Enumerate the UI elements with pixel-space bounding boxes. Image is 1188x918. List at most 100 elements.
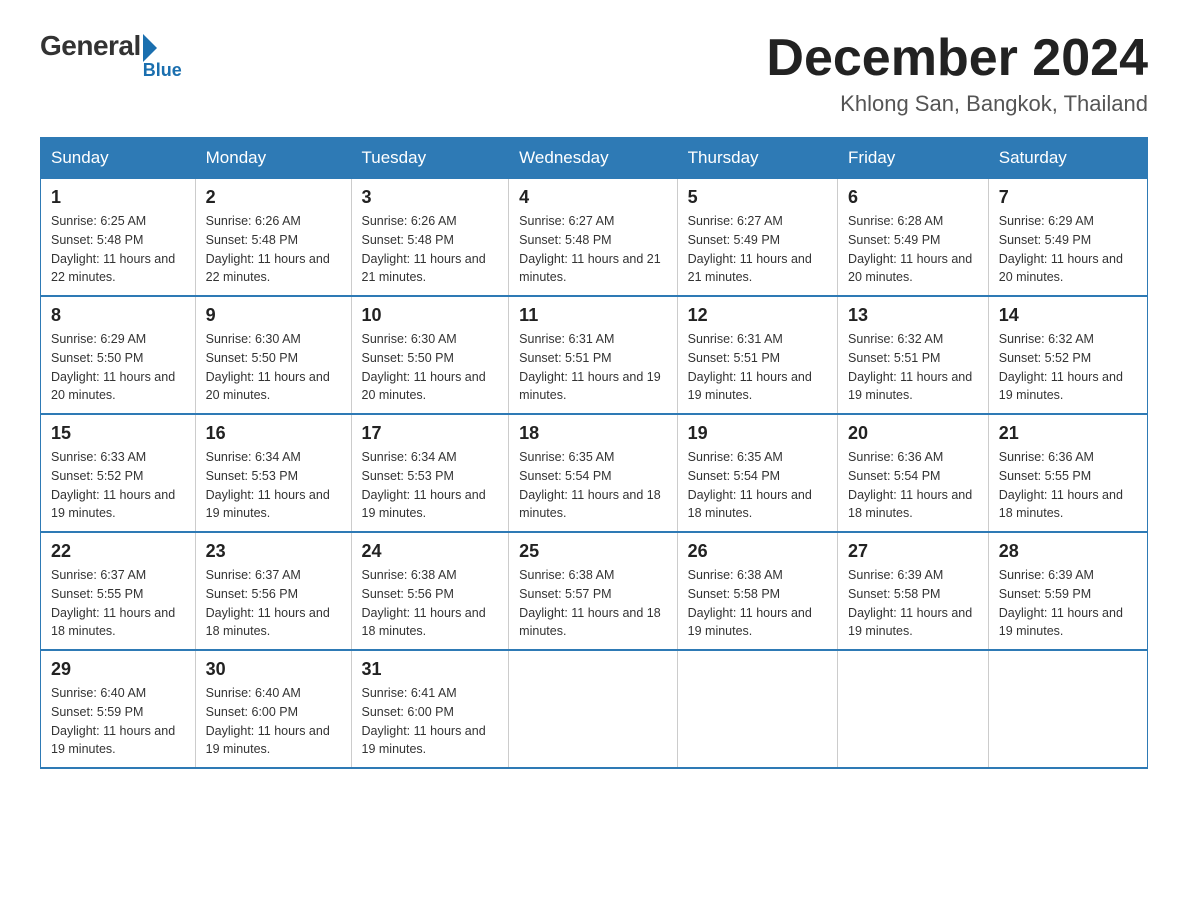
- daylight-label: Daylight: 11 hours and 21 minutes.: [688, 252, 812, 285]
- calendar-title: December 2024: [766, 30, 1148, 87]
- day-info: Sunrise: 6:29 AM Sunset: 5:50 PM Dayligh…: [51, 330, 185, 405]
- sunset-label: Sunset: 5:51 PM: [519, 351, 611, 365]
- sunrise-label: Sunrise: 6:40 AM: [206, 686, 301, 700]
- calendar-cell: 8 Sunrise: 6:29 AM Sunset: 5:50 PM Dayli…: [41, 296, 196, 414]
- daylight-label: Daylight: 11 hours and 21 minutes.: [362, 252, 486, 285]
- day-number: 11: [519, 305, 666, 326]
- daylight-label: Daylight: 11 hours and 19 minutes.: [206, 488, 330, 521]
- daylight-label: Daylight: 11 hours and 19 minutes.: [206, 724, 330, 757]
- day-number: 31: [362, 659, 499, 680]
- sunset-label: Sunset: 5:54 PM: [519, 469, 611, 483]
- day-number: 6: [848, 187, 978, 208]
- title-section: December 2024 Khlong San, Bangkok, Thail…: [766, 30, 1148, 117]
- sunset-label: Sunset: 5:55 PM: [999, 469, 1091, 483]
- day-info: Sunrise: 6:30 AM Sunset: 5:50 PM Dayligh…: [206, 330, 341, 405]
- calendar-cell: 22 Sunrise: 6:37 AM Sunset: 5:55 PM Dayl…: [41, 532, 196, 650]
- calendar-cell: 16 Sunrise: 6:34 AM Sunset: 5:53 PM Dayl…: [195, 414, 351, 532]
- calendar-cell: 29 Sunrise: 6:40 AM Sunset: 5:59 PM Dayl…: [41, 650, 196, 768]
- day-number: 9: [206, 305, 341, 326]
- daylight-label: Daylight: 11 hours and 19 minutes.: [362, 724, 486, 757]
- day-info: Sunrise: 6:32 AM Sunset: 5:51 PM Dayligh…: [848, 330, 978, 405]
- calendar-cell: 25 Sunrise: 6:38 AM Sunset: 5:57 PM Dayl…: [509, 532, 677, 650]
- daylight-label: Daylight: 11 hours and 18 minutes.: [206, 606, 330, 639]
- day-info: Sunrise: 6:38 AM Sunset: 5:56 PM Dayligh…: [362, 566, 499, 641]
- calendar-cell: 7 Sunrise: 6:29 AM Sunset: 5:49 PM Dayli…: [988, 179, 1147, 297]
- calendar-cell: 3 Sunrise: 6:26 AM Sunset: 5:48 PM Dayli…: [351, 179, 509, 297]
- day-number: 23: [206, 541, 341, 562]
- calendar-cell: 17 Sunrise: 6:34 AM Sunset: 5:53 PM Dayl…: [351, 414, 509, 532]
- sunrise-label: Sunrise: 6:34 AM: [206, 450, 301, 464]
- sunset-label: Sunset: 5:51 PM: [848, 351, 940, 365]
- calendar-cell: 12 Sunrise: 6:31 AM Sunset: 5:51 PM Dayl…: [677, 296, 837, 414]
- day-info: Sunrise: 6:32 AM Sunset: 5:52 PM Dayligh…: [999, 330, 1137, 405]
- daylight-label: Daylight: 11 hours and 20 minutes.: [206, 370, 330, 403]
- daylight-label: Daylight: 11 hours and 19 minutes.: [688, 370, 812, 403]
- sunset-label: Sunset: 5:52 PM: [999, 351, 1091, 365]
- calendar-cell: 1 Sunrise: 6:25 AM Sunset: 5:48 PM Dayli…: [41, 179, 196, 297]
- sunset-label: Sunset: 5:58 PM: [688, 587, 780, 601]
- sunrise-label: Sunrise: 6:39 AM: [999, 568, 1094, 582]
- daylight-label: Daylight: 11 hours and 19 minutes.: [519, 370, 661, 403]
- day-number: 12: [688, 305, 827, 326]
- sunset-label: Sunset: 5:53 PM: [362, 469, 454, 483]
- day-info: Sunrise: 6:27 AM Sunset: 5:49 PM Dayligh…: [688, 212, 827, 287]
- sunset-label: Sunset: 5:53 PM: [206, 469, 298, 483]
- calendar-cell: [509, 650, 677, 768]
- sunset-label: Sunset: 5:59 PM: [999, 587, 1091, 601]
- sunrise-label: Sunrise: 6:27 AM: [688, 214, 783, 228]
- sunrise-label: Sunrise: 6:29 AM: [51, 332, 146, 346]
- daylight-label: Daylight: 11 hours and 19 minutes.: [51, 724, 175, 757]
- calendar-cell: 21 Sunrise: 6:36 AM Sunset: 5:55 PM Dayl…: [988, 414, 1147, 532]
- daylight-label: Daylight: 11 hours and 22 minutes.: [206, 252, 330, 285]
- day-info: Sunrise: 6:35 AM Sunset: 5:54 PM Dayligh…: [519, 448, 666, 523]
- day-info: Sunrise: 6:26 AM Sunset: 5:48 PM Dayligh…: [206, 212, 341, 287]
- calendar-cell: 27 Sunrise: 6:39 AM Sunset: 5:58 PM Dayl…: [838, 532, 989, 650]
- calendar-cell: 14 Sunrise: 6:32 AM Sunset: 5:52 PM Dayl…: [988, 296, 1147, 414]
- day-info: Sunrise: 6:25 AM Sunset: 5:48 PM Dayligh…: [51, 212, 185, 287]
- sunrise-label: Sunrise: 6:28 AM: [848, 214, 943, 228]
- sunrise-label: Sunrise: 6:38 AM: [362, 568, 457, 582]
- sunset-label: Sunset: 5:48 PM: [51, 233, 143, 247]
- sunset-label: Sunset: 5:48 PM: [519, 233, 611, 247]
- sunset-label: Sunset: 5:56 PM: [362, 587, 454, 601]
- calendar-cell: 24 Sunrise: 6:38 AM Sunset: 5:56 PM Dayl…: [351, 532, 509, 650]
- sunrise-label: Sunrise: 6:26 AM: [206, 214, 301, 228]
- calendar-cell: [677, 650, 837, 768]
- sunset-label: Sunset: 5:49 PM: [848, 233, 940, 247]
- sunrise-label: Sunrise: 6:38 AM: [688, 568, 783, 582]
- daylight-label: Daylight: 11 hours and 19 minutes.: [848, 370, 972, 403]
- sunset-label: Sunset: 5:49 PM: [688, 233, 780, 247]
- weekday-header-sunday: Sunday: [41, 138, 196, 179]
- day-number: 13: [848, 305, 978, 326]
- logo: General General Blue: [40, 30, 182, 88]
- daylight-label: Daylight: 11 hours and 20 minutes.: [848, 252, 972, 285]
- logo-blue-text: Blue: [143, 60, 182, 81]
- calendar-week-row: 29 Sunrise: 6:40 AM Sunset: 5:59 PM Dayl…: [41, 650, 1148, 768]
- sunrise-label: Sunrise: 6:32 AM: [848, 332, 943, 346]
- day-number: 29: [51, 659, 185, 680]
- day-number: 2: [206, 187, 341, 208]
- calendar-table: SundayMondayTuesdayWednesdayThursdayFrid…: [40, 137, 1148, 769]
- sunset-label: Sunset: 5:57 PM: [519, 587, 611, 601]
- sunrise-label: Sunrise: 6:31 AM: [688, 332, 783, 346]
- daylight-label: Daylight: 11 hours and 18 minutes.: [519, 606, 661, 639]
- daylight-label: Daylight: 11 hours and 21 minutes.: [519, 252, 661, 285]
- sunrise-label: Sunrise: 6:36 AM: [848, 450, 943, 464]
- calendar-cell: 26 Sunrise: 6:38 AM Sunset: 5:58 PM Dayl…: [677, 532, 837, 650]
- sunset-label: Sunset: 5:50 PM: [362, 351, 454, 365]
- day-number: 26: [688, 541, 827, 562]
- day-info: Sunrise: 6:38 AM Sunset: 5:58 PM Dayligh…: [688, 566, 827, 641]
- day-info: Sunrise: 6:40 AM Sunset: 6:00 PM Dayligh…: [206, 684, 341, 759]
- sunset-label: Sunset: 5:56 PM: [206, 587, 298, 601]
- calendar-cell: [838, 650, 989, 768]
- weekday-header-wednesday: Wednesday: [509, 138, 677, 179]
- day-number: 4: [519, 187, 666, 208]
- daylight-label: Daylight: 11 hours and 20 minutes.: [999, 252, 1123, 285]
- sunset-label: Sunset: 5:48 PM: [206, 233, 298, 247]
- sunrise-label: Sunrise: 6:38 AM: [519, 568, 614, 582]
- sunrise-label: Sunrise: 6:32 AM: [999, 332, 1094, 346]
- sunrise-label: Sunrise: 6:35 AM: [688, 450, 783, 464]
- day-info: Sunrise: 6:35 AM Sunset: 5:54 PM Dayligh…: [688, 448, 827, 523]
- calendar-cell: 18 Sunrise: 6:35 AM Sunset: 5:54 PM Dayl…: [509, 414, 677, 532]
- day-number: 5: [688, 187, 827, 208]
